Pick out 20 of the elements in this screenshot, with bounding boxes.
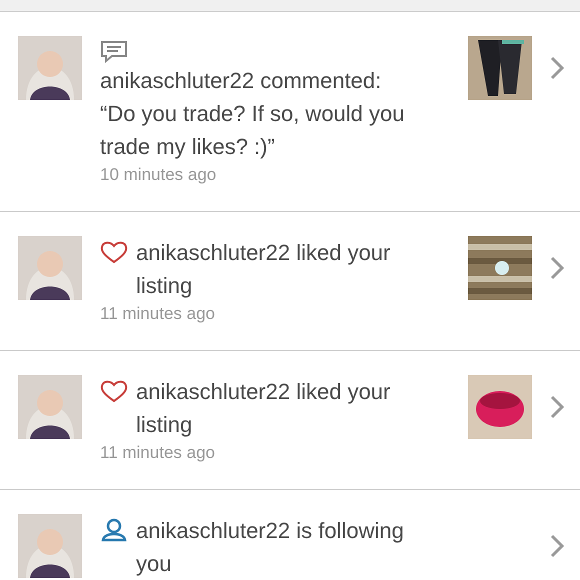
- chevron-icon[interactable]: [550, 395, 564, 419]
- comment-icon: [100, 40, 128, 64]
- chevron-icon[interactable]: [550, 256, 564, 280]
- timestamp: 11 minutes ago: [100, 442, 216, 464]
- notification-text: anikaschluter22 liked your listing: [136, 378, 392, 439]
- avatar: [18, 36, 82, 100]
- notification-text: anikaschluter22 is following you: [136, 517, 405, 578]
- heart-icon: [100, 240, 128, 264]
- comment-text: “Do you trade? If so, would you trade my likes? :)”: [100, 100, 406, 161]
- notification-text: anikaschluter22 liked your listing: [136, 239, 392, 300]
- timestamp: 10 minutes ago: [100, 164, 218, 186]
- chevron-icon[interactable]: [550, 56, 564, 80]
- timestamp: 11 minutes ago: [100, 303, 216, 325]
- person-icon: [100, 518, 128, 542]
- heart-icon: [100, 379, 128, 403]
- avatar: [18, 375, 82, 439]
- notification-text: anikaschluter22 commented:: [100, 67, 382, 95]
- chevron-icon[interactable]: [550, 534, 564, 558]
- avatar: [18, 236, 82, 300]
- avatar: [18, 514, 82, 578]
